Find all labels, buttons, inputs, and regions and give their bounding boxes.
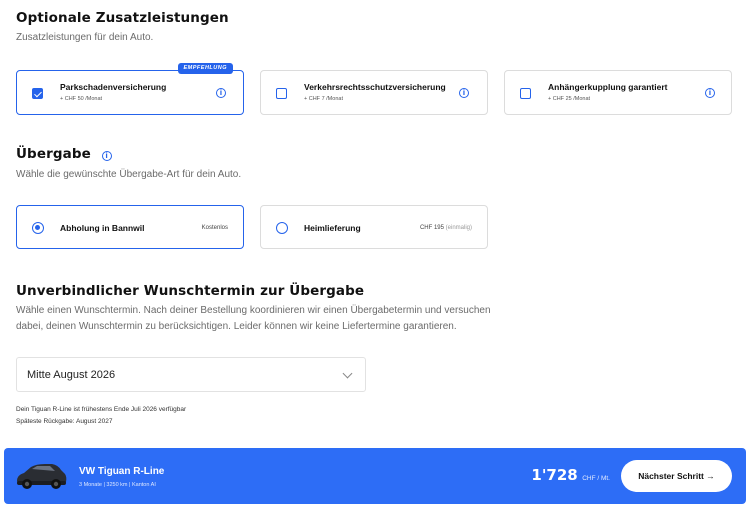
handover-option-title: Heimlieferung — [304, 223, 361, 233]
car-meta: 3 Monate | 3250 km | Kanton AI — [79, 482, 156, 488]
addon-card-anhaenger[interactable]: Anhängerkupplung garantiert + CHF 25 /Mo… — [504, 70, 732, 115]
availability-note: Dein Tiguan R-Line ist frühestens Ende J… — [16, 406, 187, 413]
addon-checkbox-rechtsschutz[interactable] — [276, 88, 287, 99]
handover-option-price: Kostenlos — [201, 225, 228, 231]
handover-radio-pickup[interactable] — [32, 222, 44, 234]
delivery-price: CHF 195 — [419, 225, 444, 231]
monthly-price: 1'728 CHF / Mt. — [531, 466, 610, 485]
addon-price: + CHF 7 /Monat — [304, 96, 343, 102]
addon-card-rechtsschutz[interactable]: Verkehrsrechtsschutzversicherung + CHF 7… — [260, 70, 488, 115]
info-icon[interactable]: i — [705, 88, 715, 98]
next-step-button[interactable]: Nächster Schritt → — [621, 460, 732, 492]
arrow-right-icon: → — [706, 471, 715, 481]
addons-title: Optionale Zusatzleistungen — [16, 10, 229, 26]
chevron-down-icon — [342, 368, 353, 379]
delivery-price-note: (einmalig) — [445, 225, 472, 231]
addons-subtitle: Zusatzleistungen für dein Auto. — [16, 32, 154, 43]
recommendation-badge: EMPFEHLUNG — [177, 63, 233, 74]
info-icon[interactable]: i — [101, 151, 112, 161]
addon-price: + CHF 50 /Monat — [60, 96, 103, 102]
date-description-2: dabei, deinen Wunschtermin zu berücksich… — [16, 321, 457, 332]
handover-title-text: Übergabe — [16, 146, 91, 162]
date-select-value: Mitte August 2026 — [27, 369, 116, 381]
date-description-1: Wähle einen Wunschtermin. Nach deiner Be… — [16, 305, 491, 316]
summary-bar: VW Tiguan R-Line 3 Monate | 3250 km | Ka… — [4, 448, 746, 504]
handover-option-title: Abholung in Bannwil — [60, 223, 145, 233]
car-image — [17, 464, 67, 489]
price-unit: CHF / Mt. — [582, 475, 610, 482]
handover-option-delivery[interactable]: Heimlieferung CHF 195 (einmalig) — [260, 205, 488, 249]
handover-option-price: CHF 195 (einmalig) — [420, 225, 472, 231]
handover-radio-delivery[interactable] — [276, 222, 288, 234]
addon-checkbox-parkschaden[interactable] — [32, 88, 43, 99]
price-amount: 1'728 — [531, 466, 578, 484]
car-name: VW Tiguan R-Line — [79, 466, 165, 477]
date-title: Unverbindlicher Wunschtermin zur Übergab… — [16, 283, 365, 299]
addon-title: Verkehrsrechtsschutzversicherung — [304, 82, 446, 92]
addon-price: + CHF 25 /Monat — [548, 96, 591, 102]
info-icon[interactable]: i — [459, 88, 469, 98]
info-icon[interactable]: i — [216, 88, 226, 98]
addon-card-parkschaden[interactable]: EMPFEHLUNG Parkschadenversicherung + CHF… — [16, 63, 244, 115]
addon-checkbox-anhaenger[interactable] — [520, 88, 531, 99]
return-note: Späteste Rückgabe: August 2027 — [16, 418, 113, 425]
next-step-label: Nächster Schritt — [638, 471, 704, 481]
addon-title: Parkschadenversicherung — [60, 82, 167, 92]
handover-subtitle: Wähle die gewünschte Übergabe-Art für de… — [16, 169, 242, 180]
handover-option-pickup[interactable]: Abholung in Bannwil Kostenlos — [16, 205, 244, 249]
handover-title: Übergabe i — [16, 146, 112, 162]
date-select[interactable]: Mitte August 2026 — [16, 357, 366, 392]
addon-title: Anhängerkupplung garantiert — [548, 82, 668, 92]
